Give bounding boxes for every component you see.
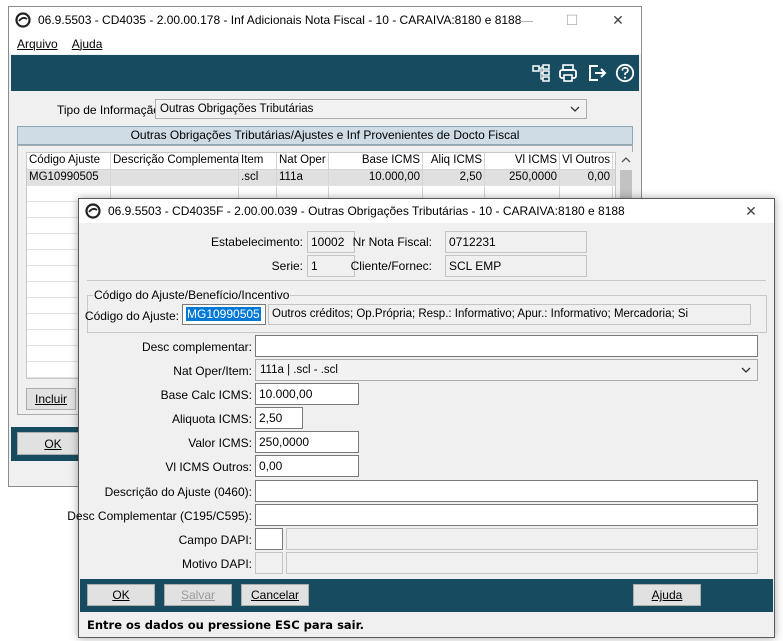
- chevron-up-icon[interactable]: [621, 156, 631, 164]
- app-logo-icon: [15, 12, 31, 28]
- estabelecimento-field: 10002: [307, 231, 355, 253]
- col-item[interactable]: Item: [239, 153, 277, 169]
- campo-dapi-label: Campo DAPI:: [178, 533, 252, 547]
- aliquota-input[interactable]: 2,50: [255, 407, 303, 429]
- close-icon[interactable]: ✕: [728, 199, 774, 223]
- tipo-informacao-select[interactable]: Outras Obrigações Tributárias: [155, 99, 587, 119]
- incluir-button[interactable]: Incluir: [26, 388, 76, 410]
- tipo-informacao-label: Tipo de Informação:: [57, 103, 164, 117]
- codigo-ajuste-value: MG10990505: [186, 307, 261, 321]
- motivo-dapi-description: [286, 552, 758, 574]
- desc-complementar-label: Desc complementar:: [141, 340, 252, 354]
- exit-icon[interactable]: [587, 63, 607, 83]
- nat-oper-select[interactable]: 111a | .scl - .scl: [255, 359, 758, 381]
- minimize-icon[interactable]: —: [503, 7, 549, 33]
- cell-codigo: MG10990505: [27, 170, 111, 185]
- dialog-titlebar: 06.9.5503 - CD4035F - 2.00.00.039 - Outr…: [79, 199, 774, 223]
- cell-nat-oper: 111a: [277, 170, 329, 185]
- main-toolbar: [11, 55, 639, 91]
- salvar-button[interactable]: Salvar: [164, 584, 232, 606]
- printer-icon[interactable]: [558, 63, 578, 83]
- close-icon[interactable]: ✕: [595, 7, 641, 33]
- cliente-fornec-label: Cliente/Fornec:: [350, 259, 432, 273]
- menu-arquivo[interactable]: Arquivo: [17, 37, 58, 51]
- cliente-fornec-field: SCL EMP: [445, 255, 587, 277]
- cancelar-button[interactable]: Cancelar: [241, 584, 309, 606]
- valor-icms-label: Valor ICMS:: [188, 436, 252, 450]
- help-icon[interactable]: [615, 63, 635, 83]
- desc-c195-input[interactable]: [255, 504, 758, 526]
- dialog-title: 06.9.5503 - CD4035F - 2.00.00.039 - Outr…: [108, 204, 625, 218]
- grid-header: Código Ajuste Descrição Complementar Ite…: [27, 153, 615, 170]
- cell-base-icms: 10.000,00: [329, 170, 423, 185]
- main-window-title: 06.9.5503 - CD4035 - 2.00.00.178 - Inf A…: [38, 13, 522, 27]
- separator: [87, 280, 766, 281]
- cell-descricao: [111, 170, 239, 185]
- campo-dapi-input[interactable]: [255, 528, 283, 550]
- col-nat-oper[interactable]: Nat Oper: [277, 153, 329, 169]
- valor-icms-input[interactable]: 250,0000: [255, 431, 359, 453]
- menu-ajuda[interactable]: Ajuda: [72, 37, 103, 51]
- desc-c195-label: Desc Complementar (C195/C595):: [67, 509, 252, 523]
- estabelecimento-label: Estabelecimento:: [210, 235, 303, 249]
- col-aliq-icms[interactable]: Aliq ICMS: [423, 153, 485, 169]
- menu-bar: Arquivo Ajuda: [9, 33, 641, 54]
- cell-vl-outros: 0,00: [560, 170, 613, 185]
- cell-item: .scl: [239, 170, 277, 185]
- cell-vl-icms: 250,0000: [485, 170, 560, 185]
- base-calc-input[interactable]: 10.000,00: [255, 383, 359, 405]
- col-codigo-ajuste[interactable]: Código Ajuste: [27, 153, 111, 169]
- table-row[interactable]: MG10990505 .scl 111a 10.000,00 2,50 250,…: [27, 170, 615, 186]
- nr-nota-label: Nr Nota Fiscal:: [352, 235, 432, 249]
- codigo-ajuste-group-title: Código do Ajuste/Benefício/Incentivo: [93, 288, 291, 302]
- desc-ajuste-label: Descrição do Ajuste (0460):: [104, 485, 252, 499]
- app-logo-icon: [85, 203, 101, 219]
- col-base-icms[interactable]: Base ICMS: [329, 153, 423, 169]
- vl-icms-outros-input[interactable]: 0,00: [255, 455, 359, 477]
- codigo-ajuste-description: Outros créditos; Op.Própria; Resp.: Info…: [268, 304, 751, 325]
- motivo-dapi-label: Motivo DAPI:: [181, 557, 252, 571]
- cell-aliq-icms: 2,50: [423, 170, 485, 185]
- campo-dapi-description: [286, 528, 758, 550]
- motivo-dapi-input: [255, 552, 283, 574]
- col-vl-icms[interactable]: Vl ICMS: [485, 153, 560, 169]
- codigo-ajuste-input[interactable]: MG10990505: [182, 304, 266, 325]
- nat-oper-value: 111a | .scl - .scl: [260, 364, 338, 376]
- group-header: Outras Obrigações Tributárias/Ajustes e …: [17, 126, 633, 145]
- serie-field: 1: [307, 255, 355, 277]
- ok-button[interactable]: OK: [87, 584, 155, 606]
- nr-nota-field: 0712231: [445, 231, 587, 253]
- nat-oper-label: Nat Oper/Item:: [173, 364, 252, 378]
- vl-icms-outros-label: Vl ICMS Outros:: [165, 460, 252, 474]
- col-vl-outros[interactable]: Vl Outros: [560, 153, 613, 169]
- ajuda-button[interactable]: Ajuda: [633, 584, 701, 606]
- tipo-informacao-value: Outras Obrigações Tributárias: [160, 103, 314, 115]
- base-calc-label: Base Calc ICMS:: [160, 388, 252, 402]
- maximize-icon[interactable]: ☐: [549, 7, 595, 33]
- codigo-ajuste-label: Código do Ajuste:: [84, 309, 179, 323]
- dialog-window: 06.9.5503 - CD4035F - 2.00.00.039 - Outr…: [67, 198, 775, 638]
- structure-icon[interactable]: [531, 63, 551, 83]
- serie-label: Serie:: [271, 259, 303, 273]
- aliquota-label: Aliquota ICMS:: [171, 412, 252, 426]
- chevron-down-icon: [741, 367, 751, 373]
- desc-complementar-input[interactable]: [255, 335, 758, 357]
- chevron-down-icon: [570, 106, 580, 112]
- main-titlebar: 06.9.5503 - CD4035 - 2.00.00.178 - Inf A…: [9, 7, 641, 33]
- col-descricao[interactable]: Descrição Complementar: [111, 153, 239, 169]
- dialog-bottom-bar: OK Salvar Cancelar Ajuda: [80, 579, 773, 612]
- desc-ajuste-input[interactable]: [255, 480, 758, 502]
- status-message: Entre os dados ou pressione ESC para sai…: [87, 618, 365, 632]
